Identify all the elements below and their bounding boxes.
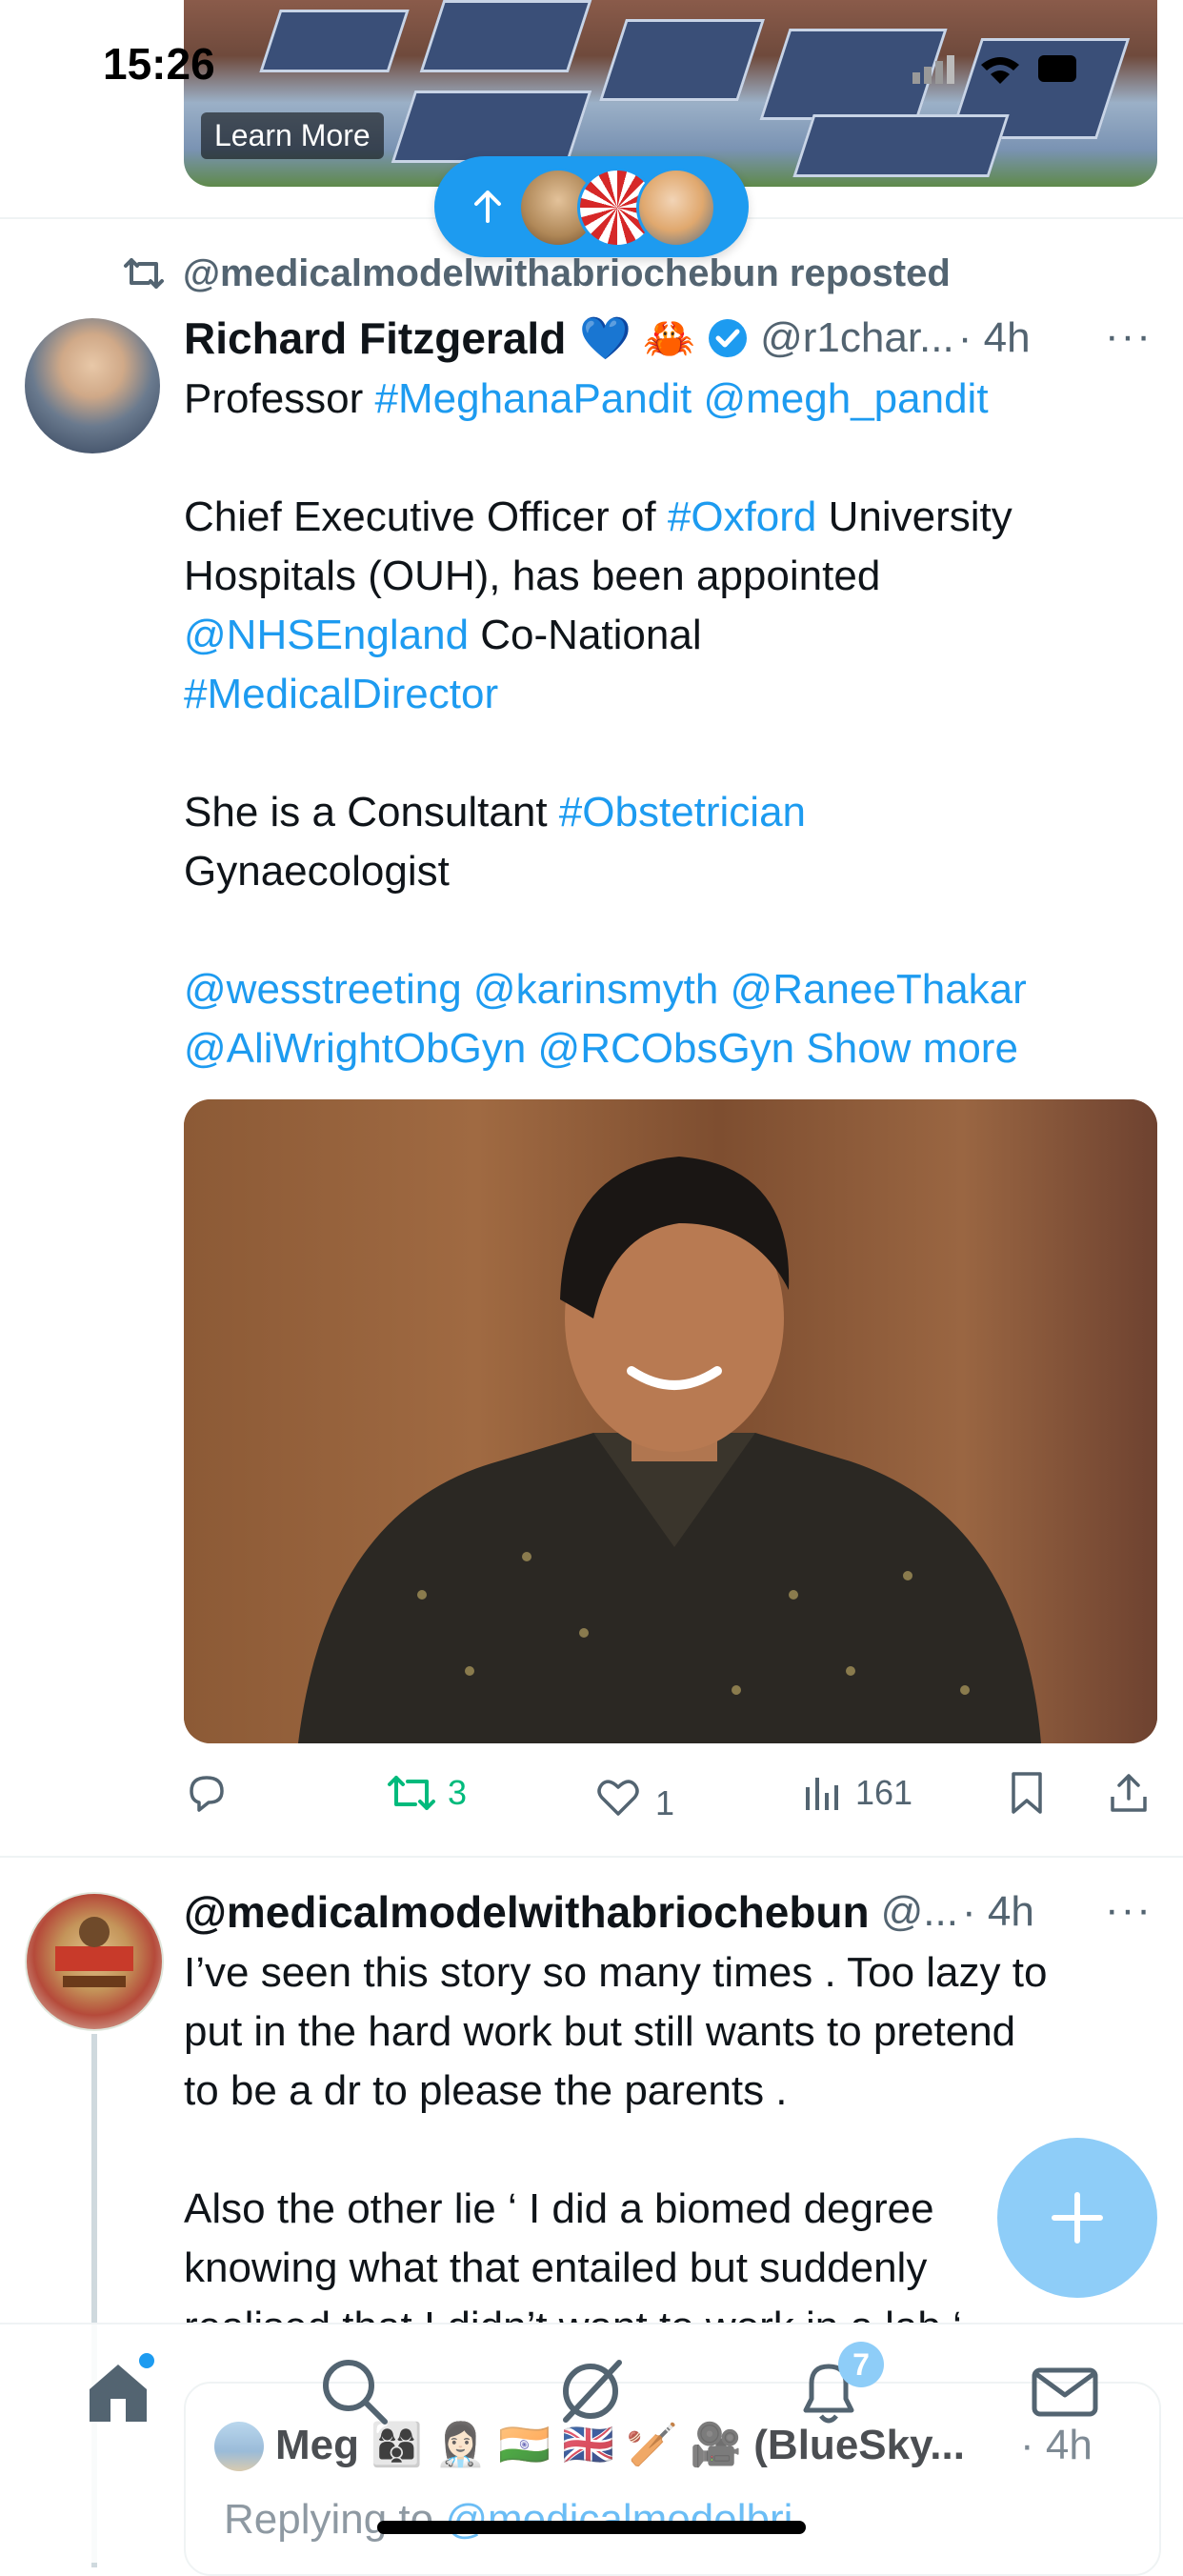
tweet-link[interactable]: @RaneeThakar xyxy=(731,966,1027,1013)
repost-label: @medicalmodelwithabriochebun reposted xyxy=(183,252,951,294)
tweet-text-segment xyxy=(692,375,703,422)
tweet-link[interactable]: #MeghanaPandit xyxy=(375,375,692,422)
avatar[interactable] xyxy=(25,318,160,453)
verified-badge-icon xyxy=(709,319,748,357)
tweet-text-segment: Gynaecologist xyxy=(184,848,450,895)
repost-indicator[interactable]: @medicalmodelwithabriochebun reposted xyxy=(122,250,951,297)
more-options-button[interactable]: ··· xyxy=(1105,312,1153,360)
solar-panel xyxy=(391,91,592,163)
tweet-link[interactable]: #Oxford xyxy=(668,493,817,540)
divider xyxy=(0,1856,1183,1858)
compose-button[interactable] xyxy=(997,2138,1157,2298)
like-button[interactable]: 1 xyxy=(594,1770,674,1823)
tweet-text-segment: Chief Executive Officer of xyxy=(184,493,656,540)
solar-panel xyxy=(599,19,765,101)
reply-button[interactable] xyxy=(184,1770,230,1816)
reply-icon xyxy=(190,1776,224,1812)
share-icon xyxy=(1111,1774,1147,1812)
tweet-text-segment: She is a Consultant xyxy=(184,789,548,835)
tweet-text: Professor #MeghanaPandit @megh_pandit Ch… xyxy=(184,370,1165,1078)
author-name[interactable]: @medicalmodelwithabriochebun xyxy=(184,1886,870,1938)
tweet-link[interactable]: Show more xyxy=(806,1025,1018,1072)
tweet-link[interactable]: @karinsmyth xyxy=(473,966,718,1013)
tweet-text-segment xyxy=(794,1025,806,1072)
notifications-badge: 7 xyxy=(838,2342,884,2387)
tweet-header: Richard Fitzgerald 💙 🦀 @r1char... · 4h xyxy=(184,307,1031,370)
status-time: 15:26 xyxy=(103,39,215,89)
tweet-header: @medicalmodelwithabriochebun @... · 4h xyxy=(184,1881,1034,1943)
avatar[interactable] xyxy=(25,1892,164,2031)
replying-handle[interactable]: @medicalmodelbri xyxy=(445,2496,792,2543)
solar-panel xyxy=(259,10,410,72)
tweet-link[interactable]: @wesstreeting xyxy=(184,966,462,1013)
tweet-text-segment xyxy=(526,1025,537,1072)
messages-icon[interactable] xyxy=(1027,2353,1103,2429)
solar-panel xyxy=(792,114,1010,177)
tweet-link[interactable]: @megh_pandit xyxy=(703,375,988,422)
home-icon[interactable] xyxy=(80,2353,156,2429)
heart-icon xyxy=(597,1780,639,1816)
views-button[interactable]: 161 xyxy=(802,1770,912,1816)
tweet-text-segment xyxy=(462,966,473,1013)
replying-to: Replying to @medicalmodelbri xyxy=(224,2496,792,2544)
tweet-link[interactable]: @AliWrightObGyn xyxy=(184,1025,526,1072)
author-handle[interactable]: @... xyxy=(881,1888,958,1936)
like-count: 1 xyxy=(655,1783,675,1822)
arrow-up-icon xyxy=(474,191,501,223)
avatar-logo xyxy=(55,1917,133,1987)
views-icon xyxy=(806,1778,838,1810)
retweet-button[interactable]: 3 xyxy=(385,1770,467,1816)
repost-icon xyxy=(124,258,164,289)
avatar xyxy=(214,2422,264,2471)
share-button[interactable] xyxy=(1107,1770,1151,1816)
tweet-text-segment: Co-National xyxy=(480,612,702,658)
learn-more-button[interactable]: Learn More xyxy=(201,112,384,159)
bookmark-button[interactable] xyxy=(1008,1770,1046,1816)
view-count: 161 xyxy=(855,1773,913,1812)
author-name[interactable]: Richard Fitzgerald xyxy=(184,312,566,364)
new-posts-pill[interactable] xyxy=(434,156,749,257)
tweet-text-segment xyxy=(718,966,730,1013)
home-indicator xyxy=(377,2521,806,2534)
tweet-photo[interactable] xyxy=(184,1099,1157,1743)
bookmark-icon xyxy=(1012,1772,1042,1814)
solar-panel xyxy=(419,0,592,72)
replying-prefix: Replying to xyxy=(224,2496,446,2543)
status-icons xyxy=(912,55,1076,84)
plus-icon xyxy=(1052,2192,1103,2244)
author-handle[interactable]: @r1char... xyxy=(760,314,954,362)
avatar xyxy=(636,168,716,248)
photo-portrait-woman xyxy=(184,1099,1157,1743)
tweet-text-segment: Professor xyxy=(184,375,375,422)
tweet-link[interactable]: #Obstetrician xyxy=(559,789,806,835)
author-emojis: 💙 🦀 xyxy=(579,315,696,362)
more-options-button[interactable]: ··· xyxy=(1105,1886,1153,1934)
retweet-icon xyxy=(388,1776,435,1810)
retweet-count: 3 xyxy=(448,1773,468,1812)
tweet-time: · 4h xyxy=(961,1888,1034,1935)
tweet-link[interactable]: #MedicalDirector xyxy=(184,671,498,717)
tweet-link[interactable]: @NHSEngland xyxy=(184,612,469,658)
tweet-link[interactable]: @RCObsGyn xyxy=(538,1025,795,1072)
grok-icon[interactable] xyxy=(552,2353,629,2429)
tweet-time: · 4h xyxy=(957,314,1031,361)
search-icon[interactable] xyxy=(316,2353,392,2429)
